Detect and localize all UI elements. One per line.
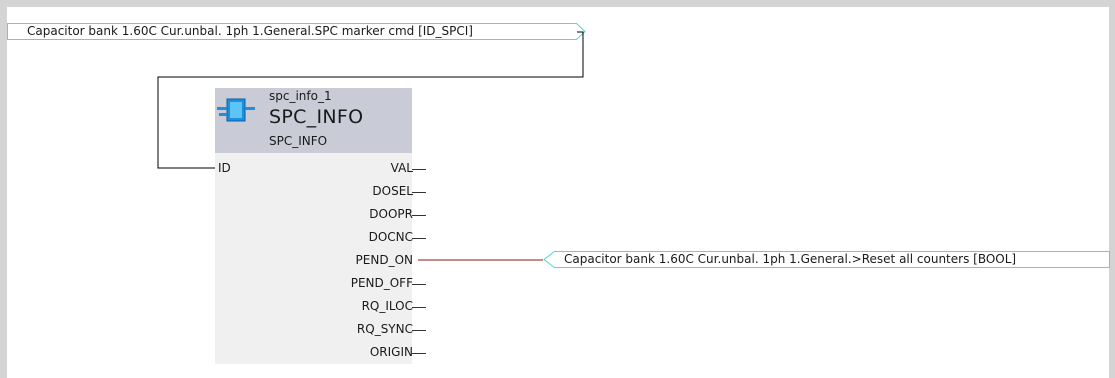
pin-stub: [412, 169, 426, 170]
block-type-name: SPC_INFO: [269, 134, 328, 148]
pin-stub: [412, 353, 426, 354]
instance-name[interactable]: spc_info_1: [269, 89, 332, 103]
output-pin-pend-on[interactable]: PEND_ON: [356, 253, 413, 267]
output-pin-origin[interactable]: ORIGIN: [370, 345, 413, 359]
output-pin-rq-iloc[interactable]: RQ_ILOC: [362, 299, 413, 313]
block-header[interactable]: spc_info_1 SPC_INFO SPC_INFO: [215, 88, 412, 153]
function-block-icon: [217, 98, 255, 122]
output-tag-label: Capacitor bank 1.60C Cur.unbal. 1ph 1.Ge…: [564, 252, 1017, 266]
input-tag-label: Capacitor bank 1.60C Cur.unbal. 1ph 1.Ge…: [27, 24, 473, 38]
spc-info-block[interactable]: spc_info_1 SPC_INFO SPC_INFO ID VAL DOSE…: [215, 88, 426, 364]
pin-stub: [412, 215, 426, 216]
output-pin-val[interactable]: VAL: [391, 161, 413, 175]
output-tag[interactable]: Capacitor bank 1.60C Cur.unbal. 1ph 1.Ge…: [543, 251, 1110, 268]
input-pin-id[interactable]: ID: [218, 161, 231, 175]
output-pin-rq-sync[interactable]: RQ_SYNC: [357, 322, 413, 336]
diagram-canvas[interactable]: Capacitor bank 1.60C Cur.unbal. 1ph 1.Ge…: [7, 7, 1110, 378]
pin-stub: [412, 307, 426, 308]
block-title: SPC_INFO: [269, 106, 364, 128]
output-pin-pend-off[interactable]: PEND_OFF: [351, 276, 413, 290]
id-connection-wire[interactable]: [7, 7, 1109, 378]
input-tag[interactable]: Capacitor bank 1.60C Cur.unbal. 1ph 1.Ge…: [7, 23, 586, 40]
pin-stub: [412, 192, 426, 193]
pin-stub: [412, 238, 426, 239]
pin-stub: [412, 330, 426, 331]
tag-arrow-right-icon: [576, 23, 586, 40]
output-pin-dosel[interactable]: DOSEL: [372, 184, 413, 198]
pin-stub: [412, 284, 426, 285]
tag-arrow-left-icon: [543, 251, 555, 268]
output-pin-doopr[interactable]: DOOPR: [369, 207, 413, 221]
output-pin-docnc[interactable]: DOCNC: [369, 230, 413, 244]
